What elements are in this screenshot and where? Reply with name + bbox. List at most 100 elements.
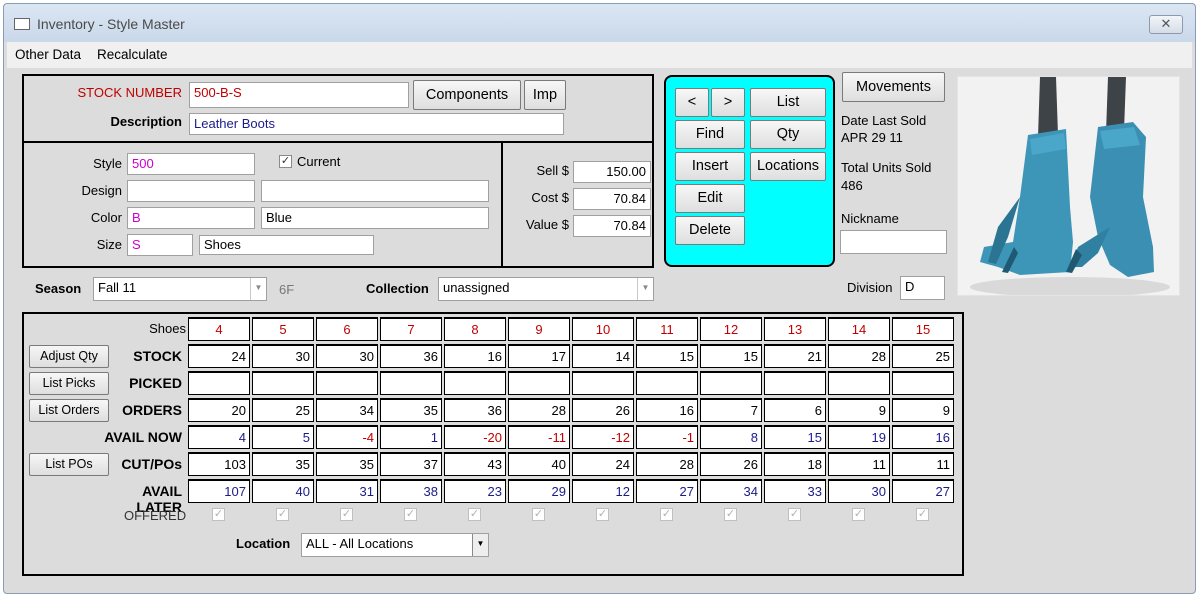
grid-cell[interactable]: 34 <box>316 398 378 422</box>
offered-checkbox[interactable]: ✓ <box>276 508 289 521</box>
location-select[interactable]: ALL - All Locations ▼ <box>301 533 489 557</box>
grid-cell[interactable]: 38 <box>380 479 442 503</box>
grid-cell[interactable]: 31 <box>316 479 378 503</box>
grid-cell[interactable]: 4 <box>188 425 250 449</box>
grid-cell[interactable]: 18 <box>764 452 826 476</box>
grid-cell[interactable]: 35 <box>252 452 314 476</box>
grid-cell[interactable]: 107 <box>188 479 250 503</box>
grid-cell[interactable]: 33 <box>764 479 826 503</box>
components-button[interactable]: Components <box>413 80 521 110</box>
color-code-field[interactable]: B <box>127 207 255 229</box>
chevron-down-icon[interactable]: ▼ <box>472 534 488 556</box>
grid-cell[interactable]: 28 <box>828 344 890 368</box>
grid-cell[interactable]: -4 <box>316 425 378 449</box>
grid-cell[interactable] <box>828 371 890 395</box>
grid-cell[interactable]: 35 <box>316 452 378 476</box>
design-code-field[interactable] <box>127 180 255 202</box>
grid-cell[interactable] <box>572 371 634 395</box>
offered-checkbox[interactable]: ✓ <box>788 508 801 521</box>
description-field[interactable]: Leather Boots <box>189 113 564 135</box>
offered-checkbox[interactable]: ✓ <box>852 508 865 521</box>
chevron-down-icon[interactable]: ▼ <box>637 278 653 300</box>
list-orders-button[interactable]: List Orders <box>29 399 109 422</box>
grid-cell[interactable]: 37 <box>380 452 442 476</box>
grid-cell[interactable] <box>636 371 698 395</box>
grid-cell[interactable] <box>892 371 954 395</box>
chevron-down-icon[interactable]: ▼ <box>250 278 266 300</box>
size-code-field[interactable]: S <box>127 234 193 256</box>
grid-cell[interactable]: 35 <box>380 398 442 422</box>
style-field[interactable]: 500 <box>127 153 255 175</box>
grid-cell[interactable]: 29 <box>508 479 570 503</box>
insert-button[interactable]: Insert <box>675 152 745 181</box>
grid-cell[interactable]: -12 <box>572 425 634 449</box>
nickname-field[interactable] <box>840 230 947 254</box>
grid-cell[interactable]: 15 <box>636 344 698 368</box>
offered-checkbox[interactable]: ✓ <box>340 508 353 521</box>
grid-cell[interactable]: 26 <box>700 452 762 476</box>
grid-cell[interactable]: 20 <box>188 398 250 422</box>
grid-cell[interactable]: 9 <box>892 398 954 422</box>
locations-button[interactable]: Locations <box>750 152 826 181</box>
grid-cell[interactable]: 40 <box>252 479 314 503</box>
prev-record-button[interactable]: < <box>675 88 709 117</box>
grid-cell[interactable]: -1 <box>636 425 698 449</box>
grid-cell[interactable]: 9 <box>828 398 890 422</box>
value-price-field[interactable]: 70.84 <box>573 215 651 237</box>
grid-cell[interactable]: 24 <box>572 452 634 476</box>
sell-price-field[interactable]: 150.00 <box>573 161 651 183</box>
grid-cell[interactable]: 6 <box>764 398 826 422</box>
find-button[interactable]: Find <box>675 120 745 149</box>
grid-cell[interactable]: 14 <box>572 344 634 368</box>
qty-button[interactable]: Qty <box>750 120 826 149</box>
grid-cell[interactable]: -11 <box>508 425 570 449</box>
grid-cell[interactable]: 7 <box>700 398 762 422</box>
grid-cell[interactable]: 24 <box>188 344 250 368</box>
grid-cell[interactable]: 30 <box>316 344 378 368</box>
grid-cell[interactable] <box>700 371 762 395</box>
offered-checkbox[interactable]: ✓ <box>660 508 673 521</box>
next-record-button[interactable]: > <box>711 88 745 117</box>
design-desc-field[interactable] <box>261 180 489 202</box>
grid-cell[interactable]: 1 <box>380 425 442 449</box>
offered-checkbox[interactable]: ✓ <box>404 508 417 521</box>
grid-cell[interactable]: 11 <box>892 452 954 476</box>
offered-checkbox[interactable]: ✓ <box>468 508 481 521</box>
close-button[interactable]: ✕ <box>1149 15 1183 34</box>
grid-cell[interactable]: 16 <box>444 344 506 368</box>
grid-cell[interactable]: 8 <box>700 425 762 449</box>
offered-checkbox[interactable]: ✓ <box>532 508 545 521</box>
size-desc-field[interactable]: Shoes <box>199 235 374 255</box>
offered-checkbox[interactable]: ✓ <box>724 508 737 521</box>
grid-cell[interactable]: 28 <box>636 452 698 476</box>
grid-cell[interactable]: 17 <box>508 344 570 368</box>
menu-other-data[interactable]: Other Data <box>15 47 81 62</box>
offered-checkbox[interactable]: ✓ <box>916 508 929 521</box>
grid-cell[interactable]: 12 <box>572 479 634 503</box>
grid-cell[interactable]: 27 <box>636 479 698 503</box>
grid-cell[interactable] <box>252 371 314 395</box>
movements-button[interactable]: Movements <box>842 72 945 102</box>
grid-cell[interactable]: 15 <box>764 425 826 449</box>
grid-cell[interactable]: 25 <box>252 398 314 422</box>
grid-cell[interactable]: 27 <box>892 479 954 503</box>
grid-cell[interactable]: 5 <box>252 425 314 449</box>
list-button[interactable]: List <box>750 88 826 117</box>
grid-cell[interactable] <box>508 371 570 395</box>
stock-number-field[interactable]: 500-B-S <box>189 82 409 108</box>
grid-cell[interactable]: -20 <box>444 425 506 449</box>
collection-select[interactable]: unassigned ▼ <box>438 277 654 301</box>
grid-cell[interactable]: 30 <box>828 479 890 503</box>
grid-cell[interactable]: 43 <box>444 452 506 476</box>
edit-button[interactable]: Edit <box>675 184 745 213</box>
imp-button[interactable]: Imp <box>524 80 566 110</box>
grid-cell[interactable]: 19 <box>828 425 890 449</box>
list-pos-button[interactable]: List POs <box>29 453 109 476</box>
grid-cell[interactable]: 25 <box>892 344 954 368</box>
offered-checkbox[interactable]: ✓ <box>212 508 225 521</box>
list-picks-button[interactable]: List Picks <box>29 372 109 395</box>
grid-cell[interactable] <box>188 371 250 395</box>
grid-cell[interactable]: 26 <box>572 398 634 422</box>
grid-cell[interactable]: 16 <box>636 398 698 422</box>
grid-cell[interactable]: 36 <box>380 344 442 368</box>
